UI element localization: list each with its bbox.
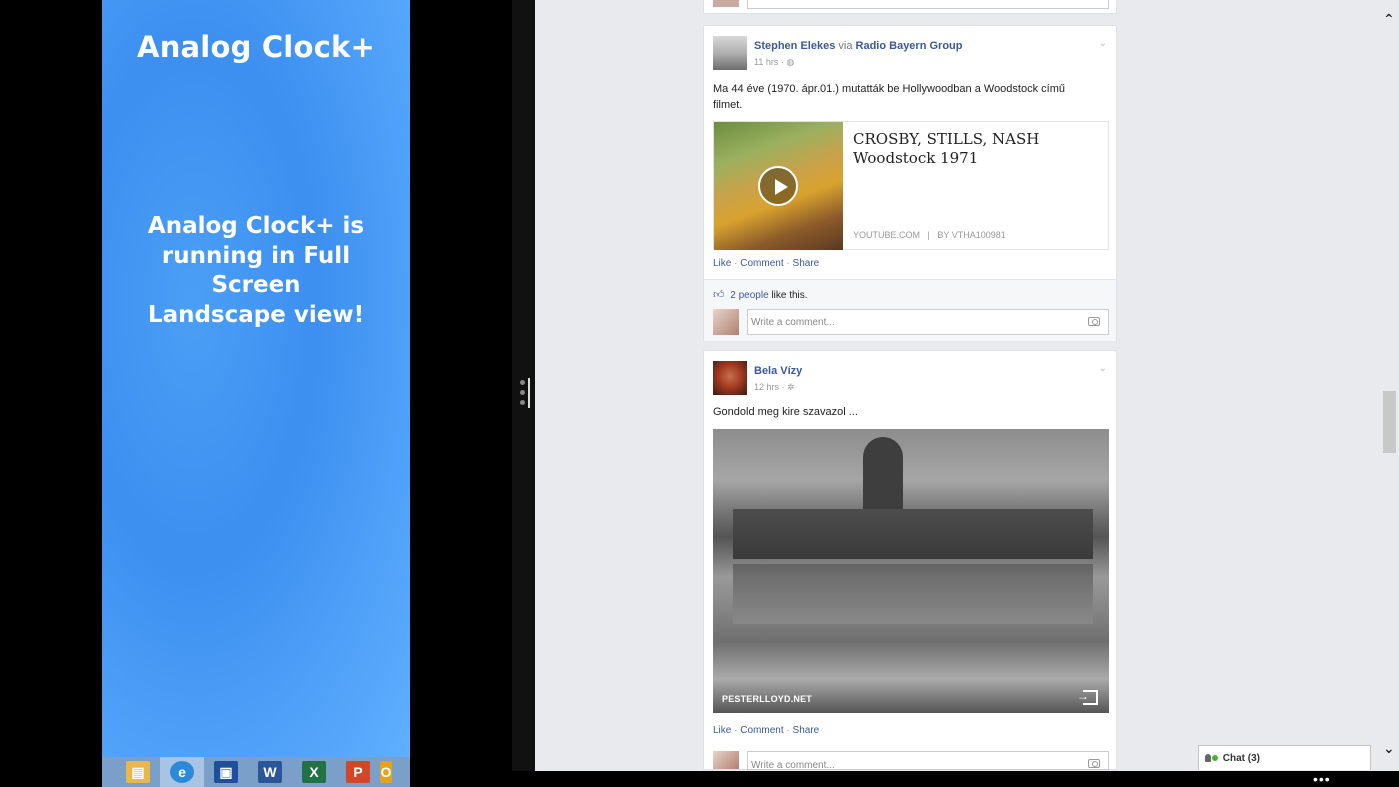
app-bar	[535, 771, 1399, 787]
analog-clock-app: Analog Clock+ Analog Clock+ is running i…	[102, 0, 410, 757]
play-icon[interactable]	[758, 166, 798, 206]
post-actions: Like · Comment · Share	[713, 258, 819, 269]
post-time: 11 hrs · ◍	[754, 57, 794, 68]
file-explorer-icon[interactable]: ▤	[116, 757, 160, 787]
comment-link[interactable]: Comment	[740, 258, 783, 269]
previous-post	[703, 0, 1117, 14]
post-timestamp[interactable]: 12 hrs ·	[754, 382, 785, 392]
share-link[interactable]: Share	[793, 258, 820, 269]
photo-detail	[733, 564, 1093, 624]
chevron-down-icon[interactable]: ⌄	[1099, 38, 1107, 49]
separator: ·	[734, 258, 738, 269]
avatar	[713, 751, 739, 769]
app-message: Analog Clock+ is running in Full Screen …	[147, 213, 365, 328]
chat-tab[interactable]: Chat (3)	[1198, 745, 1371, 770]
scroll-up-icon[interactable]: ⌃	[1383, 12, 1395, 26]
like-link[interactable]: Like	[713, 258, 731, 269]
author-link[interactable]: Stephen Elekes	[754, 40, 835, 52]
post-timestamp[interactable]: 11 hrs ·	[754, 57, 784, 67]
word-icon[interactable]: W	[248, 757, 292, 787]
author-link[interactable]: Bela Vízy	[754, 365, 802, 377]
video-thumbnail[interactable]	[714, 122, 843, 250]
app-title: Analog Clock+	[137, 30, 375, 64]
more-options-icon[interactable]: •••	[1313, 772, 1331, 786]
post-author: Stephen Elekes via Radio Bayern Group	[754, 40, 962, 52]
split-handle-line	[528, 378, 530, 408]
post-time: 12 hrs · ✲	[754, 382, 795, 393]
internet-explorer-icon[interactable]: e	[160, 757, 204, 787]
online-dot-icon	[1212, 755, 1218, 762]
post-photo[interactable]: PESTERLLOYD.NET	[713, 429, 1109, 713]
post-author: Bela Vízy	[754, 365, 802, 377]
likes-count-link[interactable]: 2 people	[730, 290, 768, 301]
share-title-line: CROSBY, STILLS, NASH	[853, 130, 1040, 148]
photo-detail	[863, 437, 903, 517]
avatar	[713, 309, 739, 335]
separator: ·	[786, 258, 790, 269]
outlook-icon[interactable]: O	[380, 757, 400, 787]
comment-placeholder: Write a comment...	[751, 760, 835, 771]
via-text: via	[838, 40, 853, 52]
comment-placeholder: Write a comment...	[751, 317, 835, 328]
taskbar: ▤ e ▣ W X P O	[102, 757, 410, 787]
share-link[interactable]: Share	[793, 725, 820, 736]
share-title-line: Woodstock 1971	[853, 149, 979, 167]
chevron-down-icon[interactable]: ⌄	[1099, 363, 1107, 374]
group-link[interactable]: Radio Bayern Group	[856, 40, 963, 52]
scrollbar-thumb[interactable]	[1383, 391, 1396, 453]
globe-icon: ◍	[786, 57, 795, 67]
post-text: Ma 44 éve (1970. ápr.01.) mutatták be Ho…	[713, 81, 1065, 113]
save-icon[interactable]: ▣	[204, 757, 248, 787]
comment-link[interactable]: Comment	[740, 725, 783, 736]
separator: ·	[734, 725, 738, 736]
comment-input[interactable]: Write a comment...	[747, 751, 1109, 771]
likes-suffix: like this.	[771, 290, 808, 301]
powerpoint-icon[interactable]: P	[336, 757, 380, 787]
share-separator: |	[927, 230, 930, 240]
post-stephen-elekes: Stephen Elekes via Radio Bayern Group 11…	[703, 25, 1117, 341]
shared-video[interactable]: CROSBY, STILLS, NASH Woodstock 1971 YOUT…	[713, 121, 1109, 250]
thumbs-up-icon: 👍︎	[713, 289, 725, 301]
camera-icon[interactable]	[1088, 317, 1100, 326]
chat-label: Chat (3)	[1222, 753, 1261, 764]
comment-input[interactable]	[747, 0, 1109, 9]
share-title[interactable]: CROSBY, STILLS, NASH Woodstock 1971	[853, 130, 1093, 168]
post-text: Gondold meg kire szavazol ...	[713, 406, 858, 418]
share-source: YOUTUBE.COM	[853, 230, 921, 240]
open-link-icon[interactable]	[1077, 689, 1098, 705]
screen: Analog Clock+ Analog Clock+ is running i…	[0, 0, 1399, 787]
avatar[interactable]	[713, 361, 747, 395]
post-actions: Like · Comment · Share	[713, 725, 819, 736]
person-icon	[1205, 754, 1211, 763]
share-by: BY VTHA100981	[937, 230, 1006, 240]
avatar[interactable]	[713, 36, 747, 70]
photo-detail	[733, 509, 1093, 559]
avatar	[713, 0, 739, 7]
gear-icon: ✲	[787, 382, 795, 392]
excel-icon[interactable]: X	[292, 757, 336, 787]
comment-input[interactable]: Write a comment...	[747, 309, 1109, 335]
camera-icon[interactable]	[1088, 759, 1100, 768]
post-text-line: Ma 44 éve (1970. ápr.01.) mutatták be Ho…	[713, 83, 1065, 95]
separator: ·	[786, 725, 790, 736]
likes-summary: 👍︎ 2 people like this.	[713, 288, 808, 301]
share-meta: YOUTUBE.COM | BY VTHA100981	[853, 230, 1006, 240]
photo-source[interactable]: PESTERLLOYD.NET	[722, 694, 812, 704]
likes-section: 👍︎ 2 people like this. Write a comment..…	[704, 279, 1116, 341]
post-bela-vizy: Bela Vízy 12 hrs · ✲ ⌄ Gondold meg kire …	[703, 350, 1117, 771]
scroll-down-icon[interactable]: ⌄	[1383, 741, 1395, 755]
post-text-line: filmet.	[713, 99, 743, 111]
scrollbar[interactable]	[1381, 0, 1399, 771]
like-link[interactable]: Like	[713, 725, 731, 736]
